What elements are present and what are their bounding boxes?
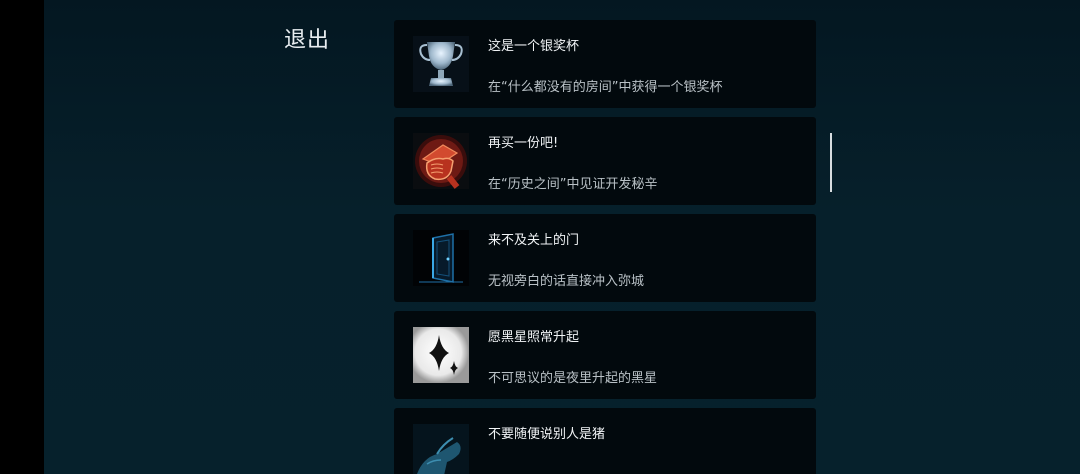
scrollbar[interactable] [830,133,832,192]
door-icon [413,230,469,286]
achievement-card[interactable]: 再买一份吧! 在“历史之间”中见证开发秘辛 [394,117,816,205]
exit-button[interactable]: 退出 [284,22,330,54]
trophy-icon [413,36,469,92]
achievements-screen: 退出 这是一个银奖杯 在“什么都没有的房间”中获得一个银奖杯 再买一份吧! 在“… [44,0,1080,474]
achievement-title: 愿黑星照常升起 [488,330,580,345]
achievement-list[interactable]: 这是一个银奖杯 在“什么都没有的房间”中获得一个银奖杯 再买一份吧! 在“历史之… [394,20,816,474]
achievement-card[interactable]: 愿黑星照常升起 不可思议的是夜里升起的黑星 [394,311,816,399]
achievement-title: 再买一份吧! [488,136,559,151]
achievement-title: 来不及关上的门 [488,233,580,248]
black-star-icon [413,327,469,383]
hand-icon [413,424,469,474]
fist-icon [413,133,469,189]
achievement-description: 在“什么都没有的房间”中获得一个银奖杯 [488,80,723,95]
achievement-description: 不可思议的是夜里升起的黑星 [488,371,658,386]
achievement-card[interactable]: 来不及关上的门 无视旁白的话直接冲入弥城 [394,214,816,302]
achievement-description: 在“历史之间”中见证开发秘辛 [488,177,658,192]
achievement-title: 这是一个银奖杯 [488,39,580,54]
achievement-title: 不要随便说别人是猪 [488,427,606,442]
achievement-card[interactable]: 这是一个银奖杯 在“什么都没有的房间”中获得一个银奖杯 [394,20,816,108]
achievement-card[interactable]: 不要随便说别人是猪 [394,408,816,474]
achievement-description: 无视旁白的话直接冲入弥城 [488,274,645,289]
